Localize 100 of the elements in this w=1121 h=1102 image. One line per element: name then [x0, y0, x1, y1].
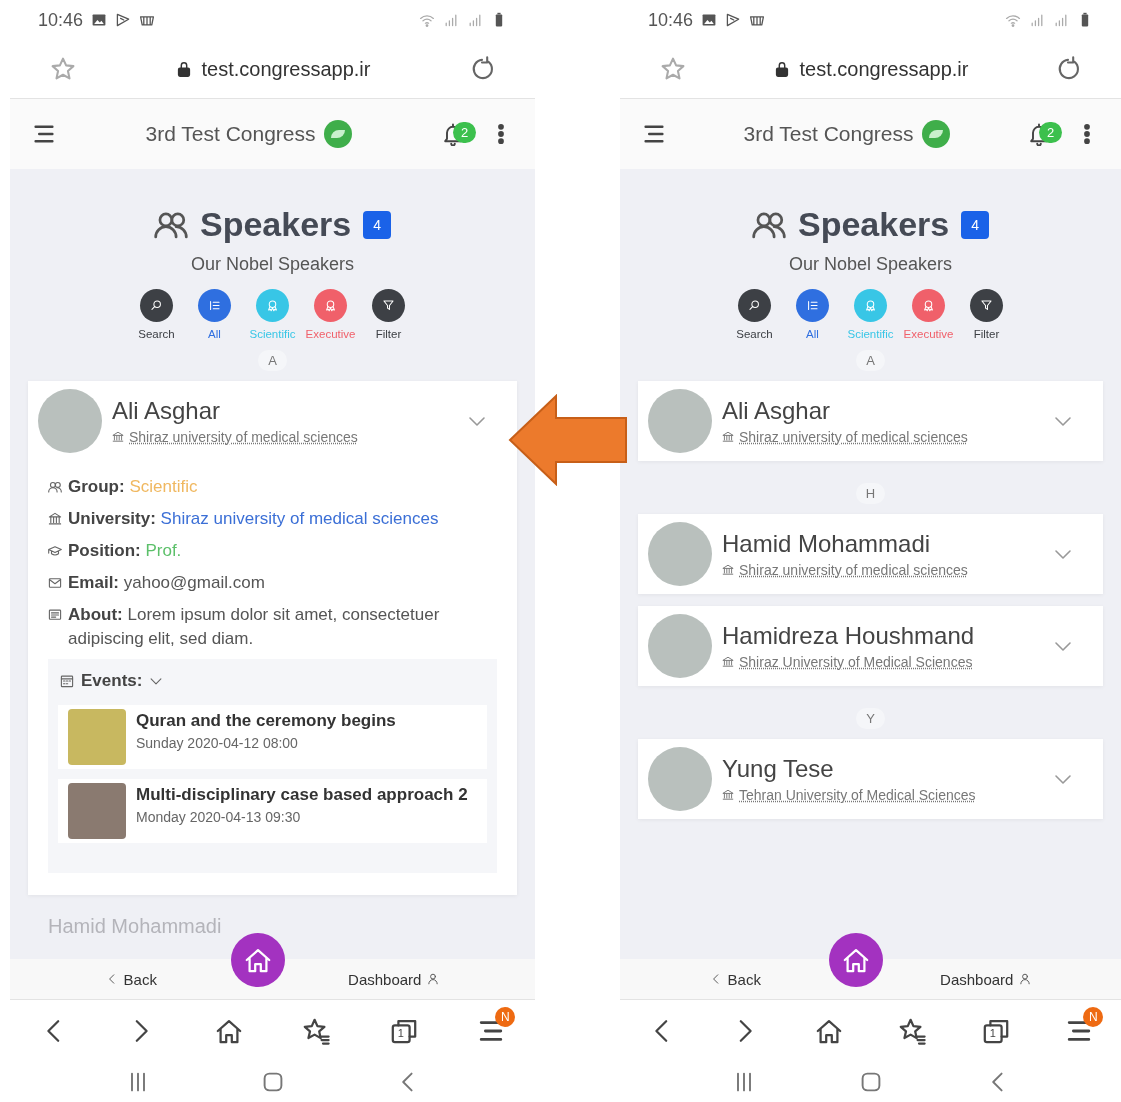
- notification-badge: 2: [453, 122, 477, 143]
- detail-text: Email: yahoo@gmail.com: [68, 572, 266, 594]
- search-icon: [150, 299, 163, 312]
- app-title: 3rd Test Congress: [145, 122, 316, 146]
- bank-icon: [722, 564, 734, 576]
- tabs-button[interactable]: 1: [981, 1017, 1010, 1045]
- url-text[interactable]: test.congressapp.ir: [201, 57, 371, 81]
- mail-icon: [48, 576, 62, 590]
- signal-icon: [1029, 12, 1045, 28]
- bookmarks-icon[interactable]: [898, 1017, 927, 1045]
- count-badge: 4: [961, 210, 989, 239]
- speaker-card[interactable]: Ali Asghar Shiraz university of medical sciences: [638, 381, 1103, 461]
- section-letter: A: [856, 350, 885, 371]
- event-item[interactable]: Quran and the ceremony begins Sunday 2020-04-12 08:00: [58, 705, 487, 769]
- event-title: Quran and the ceremony begins: [136, 711, 396, 731]
- person-icon: [427, 973, 440, 985]
- tabs-button[interactable]: 1: [389, 1017, 418, 1045]
- speaker-name: Ali Asghar: [722, 397, 832, 425]
- picture-icon: [701, 12, 718, 28]
- event-title: Multi-disciplinary case based approach 2: [136, 785, 468, 805]
- filter-icon: [382, 299, 395, 312]
- detail-text: Group: Scientific: [68, 476, 199, 498]
- speaker-card[interactable]: Hamidreza Houshmand Shiraz University of Medical Sciences: [638, 606, 1103, 686]
- bank-icon: [722, 656, 734, 668]
- photo-placeholder: [68, 709, 126, 765]
- page-subtitle: Our Nobel Speakers: [189, 254, 356, 275]
- notification-badge: 2: [1039, 122, 1063, 143]
- filter-button[interactable]: Search: [729, 289, 780, 340]
- detail-text: Position: Prof.: [68, 540, 183, 562]
- bank-icon: [112, 431, 124, 443]
- signal-icon: [467, 12, 483, 28]
- tabs-icon: [981, 1017, 1010, 1045]
- picture-icon: [91, 12, 108, 28]
- search-icon: [748, 299, 761, 312]
- home-icon[interactable]: [814, 1017, 843, 1045]
- logo-icon: [323, 120, 352, 148]
- detail-text: University: Shiraz university of medical sciences: [68, 508, 440, 530]
- award-icon: [864, 299, 877, 312]
- bank-icon: [48, 512, 62, 526]
- filter-button[interactable]: Filter: [363, 289, 414, 340]
- speaker-name: Hamid Mohammadi: [48, 915, 223, 938]
- filter-button[interactable]: Filter: [961, 289, 1012, 340]
- star-icon[interactable]: [50, 56, 76, 82]
- university-link[interactable]: Tehran University of Medical Sciences: [739, 787, 976, 803]
- wifi-icon: [419, 12, 435, 28]
- university-link[interactable]: Shiraz University of Medical Sciences: [739, 654, 973, 670]
- signal-icon: [443, 12, 459, 28]
- section-letter: H: [855, 483, 886, 504]
- logo-icon: [921, 120, 950, 148]
- dashboard-button[interactable]: Dashboard: [344, 966, 444, 992]
- home-icon: [243, 946, 272, 974]
- page-title: Speakers: [200, 205, 352, 244]
- bank-icon: [722, 431, 734, 443]
- star-icon[interactable]: [660, 56, 686, 82]
- photo-placeholder: [68, 783, 126, 839]
- list-icon: [806, 299, 819, 312]
- back-button[interactable]: Back: [705, 966, 765, 992]
- bank-icon: [722, 789, 734, 801]
- event-date: Monday 2020-04-13 09:30: [136, 809, 302, 825]
- filter-button[interactable]: Search: [131, 289, 182, 340]
- note-icon: [48, 608, 62, 622]
- person-icon: [1019, 973, 1032, 985]
- page-title: Speakers: [798, 205, 950, 244]
- detail-text: About: Lorem ipsum dolor sit amet, consectetuer adipiscing elit, sed diam.: [68, 604, 441, 650]
- clock-time: 10:46: [648, 9, 694, 31]
- filter-icon: [980, 299, 993, 312]
- speaker-name: Hamidreza Houshmand: [722, 622, 976, 650]
- speaker-name: Hamid Mohammadi: [722, 530, 932, 558]
- filter-button[interactable]: All: [787, 289, 838, 340]
- calendar-icon: [60, 674, 74, 688]
- university-link[interactable]: Shiraz university of medical sciences: [129, 429, 358, 445]
- dashboard-button[interactable]: Dashboard: [936, 966, 1036, 992]
- count-badge: 4: [363, 210, 391, 239]
- speaker-card[interactable]: Hamid Mohammadi Shiraz university of medical sciences: [638, 514, 1103, 594]
- speaker-name: Yung Tese: [722, 755, 835, 783]
- url-text[interactable]: test.congressapp.ir: [799, 57, 969, 81]
- speaker-card[interactable]: Yung Tese Tehran University of Medical Sciences: [638, 739, 1103, 819]
- award-icon: [266, 299, 279, 312]
- wifi-icon: [1005, 12, 1021, 28]
- university-link[interactable]: Shiraz university of medical sciences: [739, 562, 968, 578]
- new-badge: N: [495, 1007, 516, 1027]
- back-button[interactable]: Back: [101, 966, 161, 992]
- events-label: Events:: [81, 671, 143, 691]
- clock-time: 10:46: [38, 9, 84, 31]
- event-date: Sunday 2020-04-12 08:00: [136, 735, 299, 751]
- new-badge: N: [1083, 1007, 1104, 1027]
- speaker-name: Ali Asghar: [112, 397, 222, 425]
- event-item[interactable]: Multi-disciplinary case based approach 2 Monday 2020-04-13 09:30: [58, 779, 487, 843]
- app-title: 3rd Test Congress: [743, 122, 914, 146]
- award-icon: [922, 299, 935, 312]
- university-link[interactable]: Shiraz university of medical sciences: [739, 429, 968, 445]
- bookmarks-icon[interactable]: [302, 1017, 331, 1045]
- home-icon[interactable]: [214, 1017, 243, 1045]
- section-letter: Y: [856, 708, 885, 729]
- section-letter: A: [258, 350, 287, 371]
- tabs-icon: [389, 1017, 418, 1045]
- filter-button[interactable]: All: [189, 289, 240, 340]
- graduation-cap-icon: [48, 544, 62, 558]
- speaker-card[interactable]: [28, 381, 517, 895]
- award-icon: [324, 299, 337, 312]
